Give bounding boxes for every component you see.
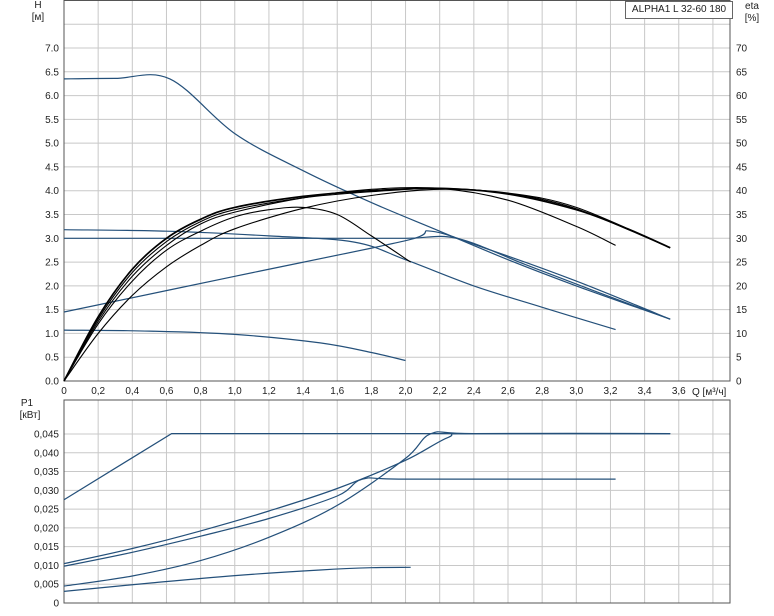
- eta-tick-label: 60: [736, 91, 748, 102]
- power-tick-label: 0,035: [34, 467, 59, 478]
- head-tick-label: 3.0: [45, 234, 59, 245]
- power-tick-label: 0,010: [34, 561, 59, 572]
- x-tick-label: 0,2: [91, 386, 105, 397]
- x-tick-label: 1,0: [228, 386, 242, 397]
- x-tick-label: 3,6: [672, 386, 686, 397]
- head-axis-unit: [м]: [32, 12, 45, 23]
- flow-axis-label: Q [м³/ч]: [692, 387, 727, 398]
- eta-tick-label: 40: [736, 186, 748, 197]
- efficiency-curve: [63, 206, 412, 382]
- eta-tick-label: 35: [736, 210, 748, 221]
- pump-model-title: ALPHA1 L 32-60 180: [625, 1, 733, 19]
- power-panel-grid: [63, 399, 731, 604]
- eta-tick-label: 50: [736, 139, 748, 150]
- x-tick-label: 2,0: [399, 386, 413, 397]
- x-tick-label: 1,2: [262, 386, 276, 397]
- x-tick-label: 1,8: [364, 386, 378, 397]
- x-tick-label: 0,6: [160, 386, 174, 397]
- power-curve: [63, 566, 411, 592]
- head-tick-label: 5.0: [45, 139, 59, 150]
- head-tick-label: 7.0: [45, 44, 59, 55]
- eta-tick-label: 20: [736, 281, 748, 292]
- power-tick-label: 0,045: [34, 430, 59, 441]
- x-tick-label: 2,4: [467, 386, 481, 397]
- eta-axis-unit: [%]: [745, 13, 760, 24]
- head-tick-label: 1.5: [45, 305, 59, 316]
- x-tick-label: 2,6: [501, 386, 515, 397]
- power-tick-label: 0: [53, 599, 59, 610]
- head-tick-label: 3.5: [45, 210, 59, 221]
- x-tick-label: 3,0: [569, 386, 583, 397]
- eta-tick-label: 15: [736, 305, 748, 316]
- head-tick-label: 6.0: [45, 91, 59, 102]
- eta-axis-label: eta: [745, 1, 759, 12]
- x-tick-label: 1,6: [330, 386, 344, 397]
- x-tick-label: 2,2: [433, 386, 447, 397]
- x-tick-label: 3,2: [604, 386, 618, 397]
- eta-tick-label: 45: [736, 162, 748, 173]
- eta-tick-label: 0: [736, 377, 742, 388]
- head-tick-label: 1.0: [45, 329, 59, 340]
- eta-tick-label: 25: [736, 258, 748, 269]
- head-panel-curves: [63, 74, 671, 382]
- power-tick-label: 0,030: [34, 486, 59, 497]
- eta-tick-label: 70: [736, 44, 748, 55]
- head-tick-label: 0.0: [45, 377, 59, 388]
- chart-canvas: H [м] eta [%] Q [м³/ч] P1 [кВт] 0 0,2 0,4 0…: [20, 0, 760, 610]
- eta-tick-label: 10: [736, 329, 748, 340]
- power-axis-unit: [кВт]: [20, 410, 41, 421]
- head-tick-label: 5.5: [45, 115, 59, 126]
- head-tick-label: 0.5: [45, 353, 59, 364]
- pump-curve-chart: H [м] eta [%] Q [м³/ч] P1 [кВт] 0 0,2 0,4 0…: [0, 0, 774, 611]
- head-tick-label: 2.5: [45, 258, 59, 269]
- x-tick-label: 1,4: [296, 386, 310, 397]
- power-panel-frame: [63, 399, 731, 604]
- power-curve: [63, 477, 616, 567]
- power-tick-label: 0,025: [34, 505, 59, 516]
- x-tick-label: 0,8: [194, 386, 208, 397]
- power-axis-label: P1: [21, 398, 34, 409]
- efficiency-curve: [63, 186, 616, 382]
- head-axis-label: H: [34, 0, 41, 11]
- head-tick-label: 6.5: [45, 67, 59, 78]
- power-panel-curves: [63, 431, 671, 592]
- eta-tick-label: 5: [736, 353, 742, 364]
- power-tick-label: 0,005: [34, 580, 59, 591]
- power-curve: [63, 433, 671, 501]
- eta-tick-label: 65: [736, 67, 748, 78]
- head-tick-label: 2.0: [45, 281, 59, 292]
- head-tick-label: 4.0: [45, 186, 59, 197]
- x-tick-label: 2,8: [535, 386, 549, 397]
- x-tick-label: 0: [61, 386, 67, 397]
- eta-tick-label: 55: [736, 115, 748, 126]
- power-tick-label: 0,040: [34, 448, 59, 459]
- x-tick-label: 0,4: [125, 386, 139, 397]
- axis-labels: H [м] eta [%] Q [м³/ч] P1 [кВт] 0 0,2 0,4 0…: [20, 0, 760, 610]
- eta-tick-label: 30: [736, 234, 748, 245]
- head-panel-grid: [63, 0, 731, 382]
- power-tick-label: 0,015: [34, 542, 59, 553]
- head-curve: [63, 229, 616, 331]
- head-tick-label: 4.5: [45, 162, 59, 173]
- x-tick-label: 3,4: [638, 386, 652, 397]
- power-tick-label: 0,020: [34, 523, 59, 534]
